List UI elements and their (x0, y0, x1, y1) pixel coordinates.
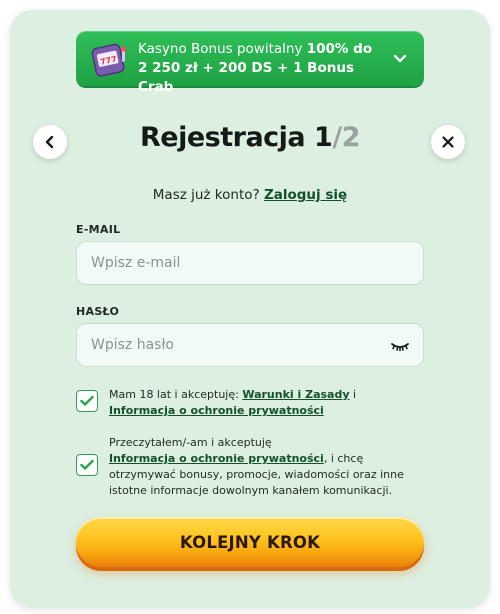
login-link[interactable]: Zaloguj się (264, 187, 347, 203)
password-field[interactable] (77, 324, 423, 366)
privacy-link[interactable]: Informacja o ochronie prywatności (109, 452, 324, 465)
slot-machine-icon: 777 (91, 43, 127, 77)
terms-link[interactable]: Warunki i Zasady (242, 388, 349, 401)
close-button[interactable] (431, 125, 465, 159)
checkmark-icon (80, 459, 94, 470)
chevron-down-icon[interactable] (392, 50, 408, 66)
step-current: 1 (314, 122, 333, 153)
close-icon (442, 136, 454, 148)
page-title: Rejestracja 1/2 (139, 122, 361, 153)
bonus-banner[interactable]: 777 Kasyno Bonus powitalny 100% do 2 250… (76, 31, 424, 95)
registration-modal: 777 Kasyno Bonus powitalny 100% do 2 250… (10, 10, 490, 608)
password-label: HASŁO (76, 305, 120, 318)
privacy-link[interactable]: Informacja o ochronie prywatności (109, 404, 324, 417)
consent-terms-text: Mam 18 lat i akceptuję: Warunki i Zasady… (109, 388, 357, 417)
login-prompt: Masz już konto? Zaloguj się (152, 187, 348, 203)
checkmark-icon (80, 395, 94, 406)
eye-closed-icon[interactable] (390, 338, 410, 354)
next-step-button[interactable]: KOLEJNY KROK (76, 517, 424, 567)
consent-marketing-text: Przeczytałem/-am i akceptuję Informacja … (109, 436, 404, 497)
bonus-text: Kasyno Bonus powitalny 100% do 2 250 zł … (138, 41, 373, 95)
email-label: E-MAIL (76, 223, 121, 236)
consent-terms-checkbox[interactable] (76, 390, 98, 412)
email-field[interactable] (77, 242, 423, 284)
password-field-wrapper (76, 323, 424, 367)
step-total: /2 (332, 122, 360, 153)
consent-marketing-checkbox[interactable] (76, 454, 98, 476)
email-field-wrapper (76, 241, 424, 285)
